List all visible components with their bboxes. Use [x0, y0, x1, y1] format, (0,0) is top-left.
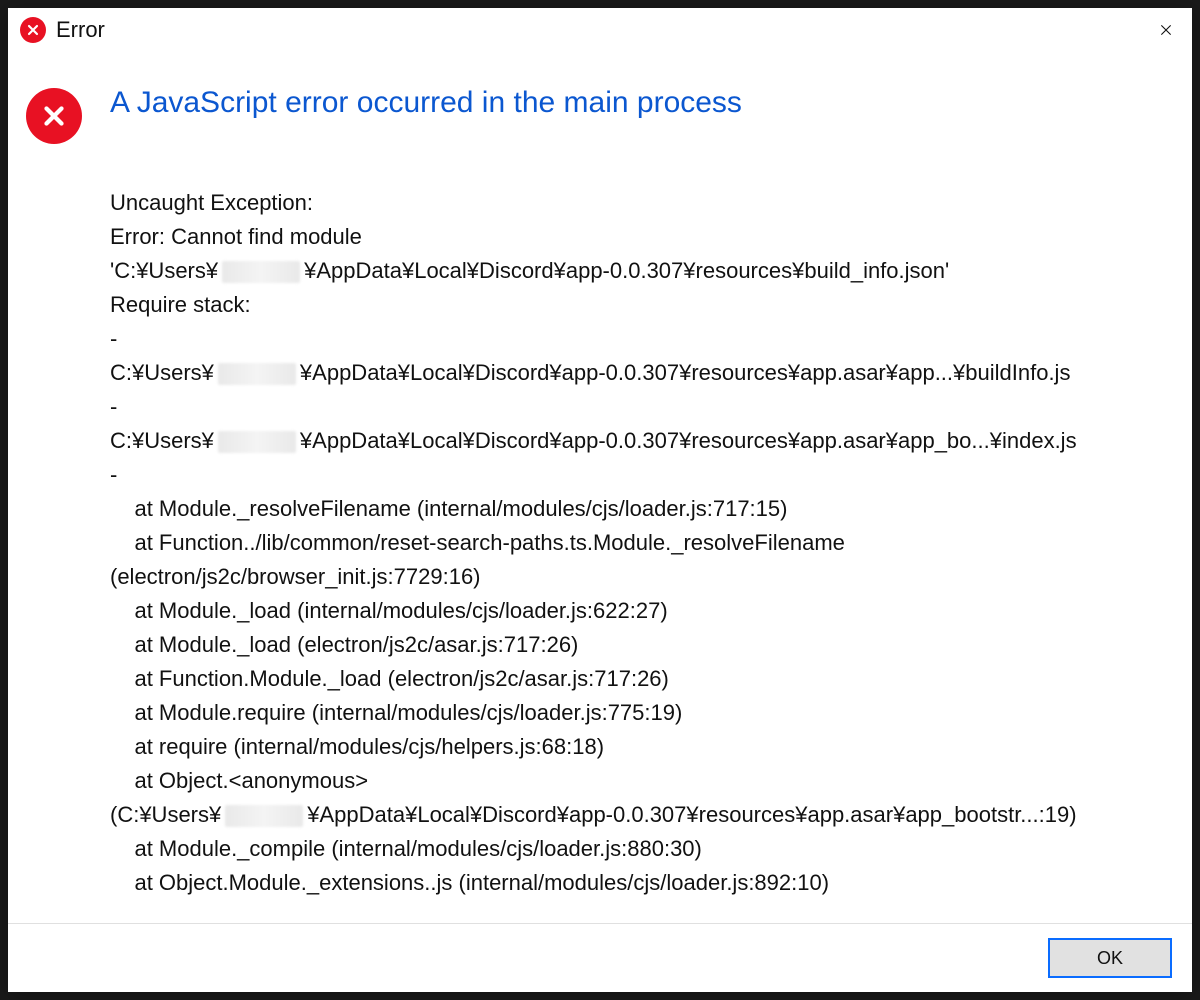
redacted-username	[218, 363, 296, 385]
msg-line: Require stack:	[110, 292, 251, 317]
error-dialog: Error A JavaScript error occurred in the…	[8, 8, 1192, 992]
dialog-body: A JavaScript error occurred in the main …	[8, 52, 1192, 923]
msg-line: -	[110, 394, 117, 419]
msg-line: at Module._load (internal/modules/cjs/lo…	[110, 598, 668, 623]
msg-line: at require (internal/modules/cjs/helpers…	[110, 734, 604, 759]
close-button[interactable]	[1140, 8, 1192, 52]
error-icon	[20, 17, 46, 43]
msg-line: at Module._load (electron/js2c/asar.js:7…	[110, 632, 578, 657]
error-message: Uncaught Exception: Error: Cannot find m…	[110, 152, 1162, 900]
window-title: Error	[56, 17, 105, 43]
msg-line: at Function../lib/common/reset-search-pa…	[110, 530, 845, 555]
msg-line: Error: Cannot find module	[110, 224, 362, 249]
dialog-footer: OK	[8, 923, 1192, 992]
msg-line: ¥AppData¥Local¥Discord¥app-0.0.307¥resou…	[304, 258, 949, 283]
msg-line: at Module.require (internal/modules/cjs/…	[110, 700, 682, 725]
redacted-username	[225, 805, 303, 827]
msg-line: C:¥Users¥	[110, 428, 214, 453]
msg-line: (electron/js2c/browser_init.js:7729:16)	[110, 564, 481, 589]
msg-line: at Object.Module._extensions..js (intern…	[110, 870, 829, 895]
redacted-username	[218, 431, 296, 453]
msg-line: ¥AppData¥Local¥Discord¥app-0.0.307¥resou…	[300, 428, 1077, 453]
msg-line: ¥AppData¥Local¥Discord¥app-0.0.307¥resou…	[300, 360, 1071, 385]
msg-line: Uncaught Exception:	[110, 190, 313, 215]
titlebar: Error	[8, 8, 1192, 52]
msg-line: 'C:¥Users¥	[110, 258, 218, 283]
dialog-content: A JavaScript error occurred in the main …	[110, 82, 1162, 900]
msg-line: (C:¥Users¥	[110, 802, 221, 827]
ok-button[interactable]: OK	[1048, 938, 1172, 978]
msg-line: at Module._resolveFilename (internal/mod…	[110, 496, 787, 521]
msg-line: C:¥Users¥	[110, 360, 214, 385]
msg-line: at Function.Module._load (electron/js2c/…	[110, 666, 669, 691]
msg-line: -	[110, 462, 117, 487]
error-large-icon	[26, 88, 82, 144]
msg-line: ¥AppData¥Local¥Discord¥app-0.0.307¥resou…	[307, 802, 1076, 827]
dialog-heading: A JavaScript error occurred in the main …	[110, 86, 1162, 120]
msg-line: at Module._compile (internal/modules/cjs…	[110, 836, 702, 861]
redacted-username	[222, 261, 300, 283]
titlebar-left: Error	[20, 17, 105, 43]
msg-line: -	[110, 326, 117, 351]
msg-line: at Object.<anonymous>	[110, 768, 368, 793]
close-icon	[1158, 22, 1174, 38]
